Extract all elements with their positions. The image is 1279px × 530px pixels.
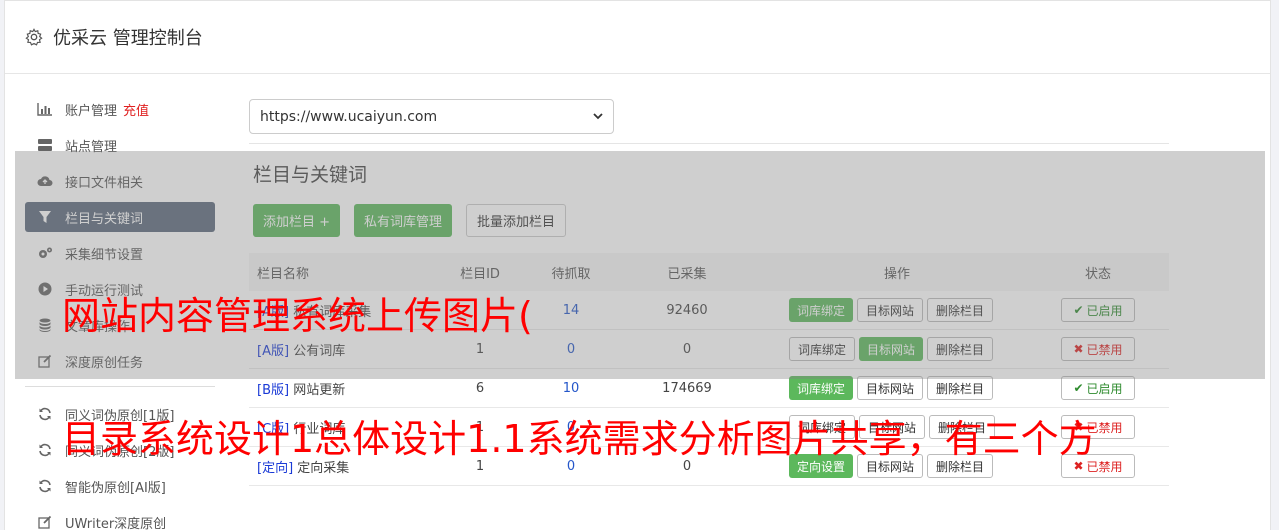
bind-lib-button[interactable]: 词库绑定 [789,376,854,400]
sidebar-item-label: 智能伪原创[AI版] [65,480,166,496]
version-tag: [定向] [257,460,294,476]
status-cell: ✔ 已启用 [1027,376,1169,400]
operations: 词库绑定 目标网站 删除栏目 [767,376,1027,400]
collected-count: 174669 [662,380,712,396]
pending-count: 10 [562,380,580,396]
column-name: 定向采集 [297,460,350,476]
sidebar-item-uwriter[interactable]: UWriter深度原创 [25,507,215,530]
site-select-value: https://www.ucaiyun.com [260,108,438,125]
page-title: 优采云 管理控制台 [53,28,203,49]
recharge-link[interactable]: 充值 [123,100,149,119]
bar-chart-icon [37,101,53,117]
cross-icon: ✖ [1073,459,1084,473]
edit-icon [37,514,53,530]
column-id: 6 [475,380,485,396]
version-tag: [B版] [257,382,290,398]
sidebar-divider [25,386,215,387]
sidebar-item-ai-rewrite[interactable]: 智能伪原创[AI版] [25,471,215,501]
column-name: 网站更新 [293,382,346,398]
column-name-cell[interactable]: [B版] 网站更新 [249,379,425,398]
status-label: 已启用 [1086,381,1123,396]
panel-header: 优采云 管理控制台 [5,1,1270,74]
divider [249,143,1169,144]
gray-overlay [15,151,1265,379]
refresh-icon [37,406,53,422]
refresh-icon [37,478,53,494]
watermark-line-2: 目录系统设计1总体设计1.1系统需求分析图片共享，有三个方 [62,417,1097,461]
sidebar-item-label: 账户管理 [65,103,118,119]
sidebar-item-account[interactable]: 账户管理 充值 [25,94,215,124]
site-select[interactable]: https://www.ucaiyun.com [249,99,614,134]
status-toggle[interactable]: ✔ 已启用 [1061,376,1135,400]
watermark-line-1: 网站内容管理系统上传图片( [62,294,533,338]
target-site-button[interactable]: 目标网站 [857,376,924,400]
delete-column-button[interactable]: 删除栏目 [927,376,994,400]
sidebar-item-label: UWriter深度原创 [65,516,167,530]
chevron-down-icon [593,113,603,120]
refresh-icon [37,442,53,458]
check-icon: ✔ [1073,381,1084,395]
gear-icon [25,28,43,46]
